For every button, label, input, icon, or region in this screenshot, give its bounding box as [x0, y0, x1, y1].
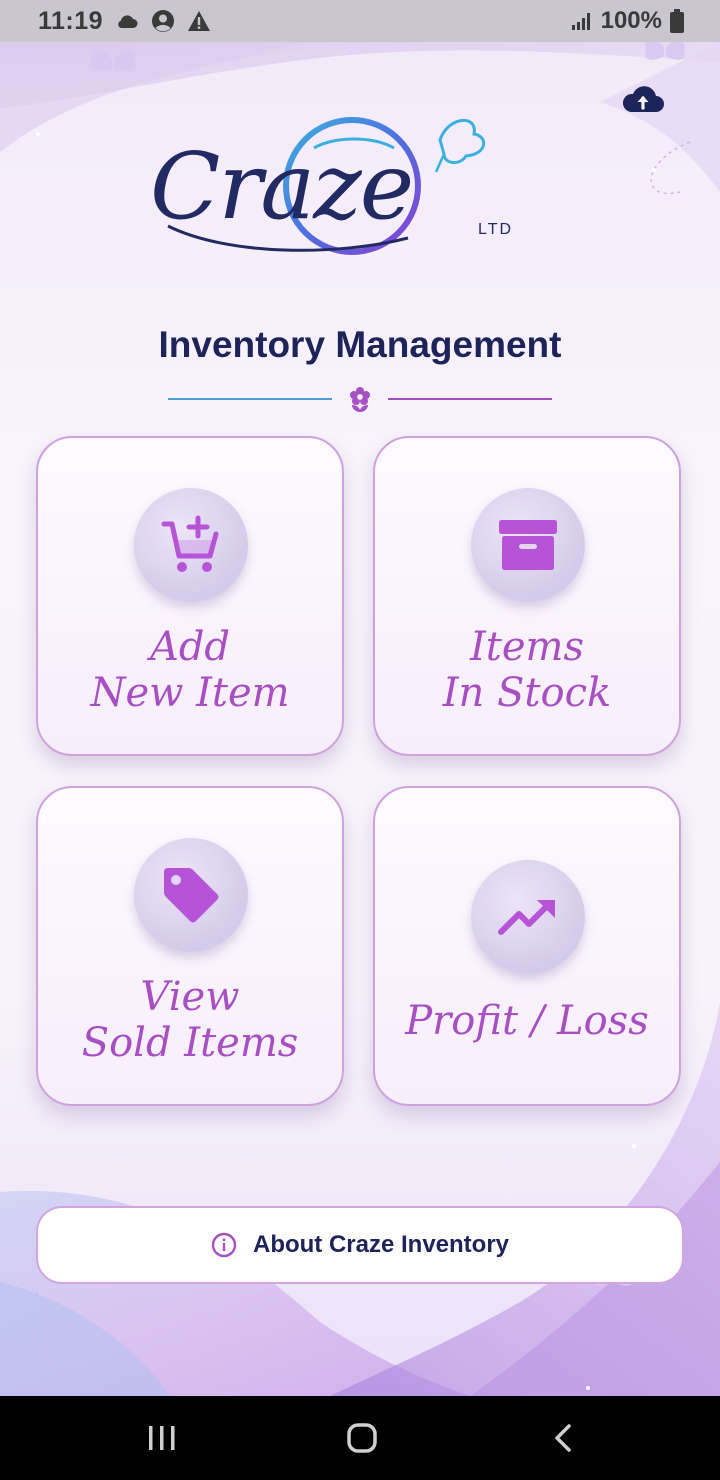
battery-percent: 100% — [600, 7, 662, 34]
card-label: Profit / Loss — [405, 998, 649, 1044]
cloud-upload-icon[interactable] — [620, 78, 666, 118]
warning-icon — [188, 11, 211, 31]
divider-line-left — [168, 398, 332, 400]
page-title: Inventory Management — [158, 324, 562, 365]
about-button-label: About Craze Inventory — [252, 1231, 510, 1258]
card-label-line1: View — [140, 974, 240, 1020]
cloud-icon — [118, 15, 138, 28]
cart-plus-icon — [161, 515, 219, 572]
card-label-line2: New Item — [90, 670, 290, 716]
trending-up-icon — [498, 900, 555, 935]
back-icon[interactable] — [544, 1418, 584, 1458]
card-label-line1: Add — [149, 624, 231, 670]
card-icon-circle — [471, 488, 585, 602]
recents-icon[interactable] — [142, 1418, 182, 1458]
card-icon-circle — [471, 860, 585, 974]
status-time: 11:19 — [38, 6, 104, 35]
navigation-bar — [0, 1396, 720, 1480]
status-bar: 11:19 100% — [0, 0, 720, 42]
divider-line-right — [388, 398, 552, 400]
craze-logo: Craze LTD — [150, 117, 513, 255]
card-label-line2: In Stock — [442, 670, 612, 716]
about-button[interactable]: About Craze Inventory — [36, 1206, 684, 1284]
info-icon — [211, 1232, 237, 1258]
battery-icon — [670, 9, 684, 33]
signal-icon — [571, 13, 590, 30]
profit-loss-card[interactable]: Profit / Loss — [373, 786, 681, 1106]
logo-text: Craze — [150, 133, 412, 240]
logo-subtext: LTD — [478, 221, 513, 238]
tag-icon — [164, 868, 219, 923]
card-icon-circle — [134, 488, 248, 602]
view-sold-items-card[interactable]: View Sold Items — [36, 786, 344, 1106]
archive-box-icon — [499, 520, 557, 570]
card-label-line1: Items — [469, 624, 584, 670]
card-icon-circle — [134, 838, 248, 952]
title-divider — [168, 384, 552, 414]
home-icon[interactable] — [342, 1418, 382, 1458]
app-screen: Craze LTD Inventory Management Add New I… — [0, 42, 720, 1396]
flower-icon — [350, 387, 370, 412]
add-new-item-card[interactable]: Add New Item — [36, 436, 344, 756]
account-circle-icon — [152, 10, 175, 32]
items-in-stock-card[interactable]: Items In Stock — [373, 436, 681, 756]
card-label-line2: Sold Items — [81, 1020, 299, 1066]
